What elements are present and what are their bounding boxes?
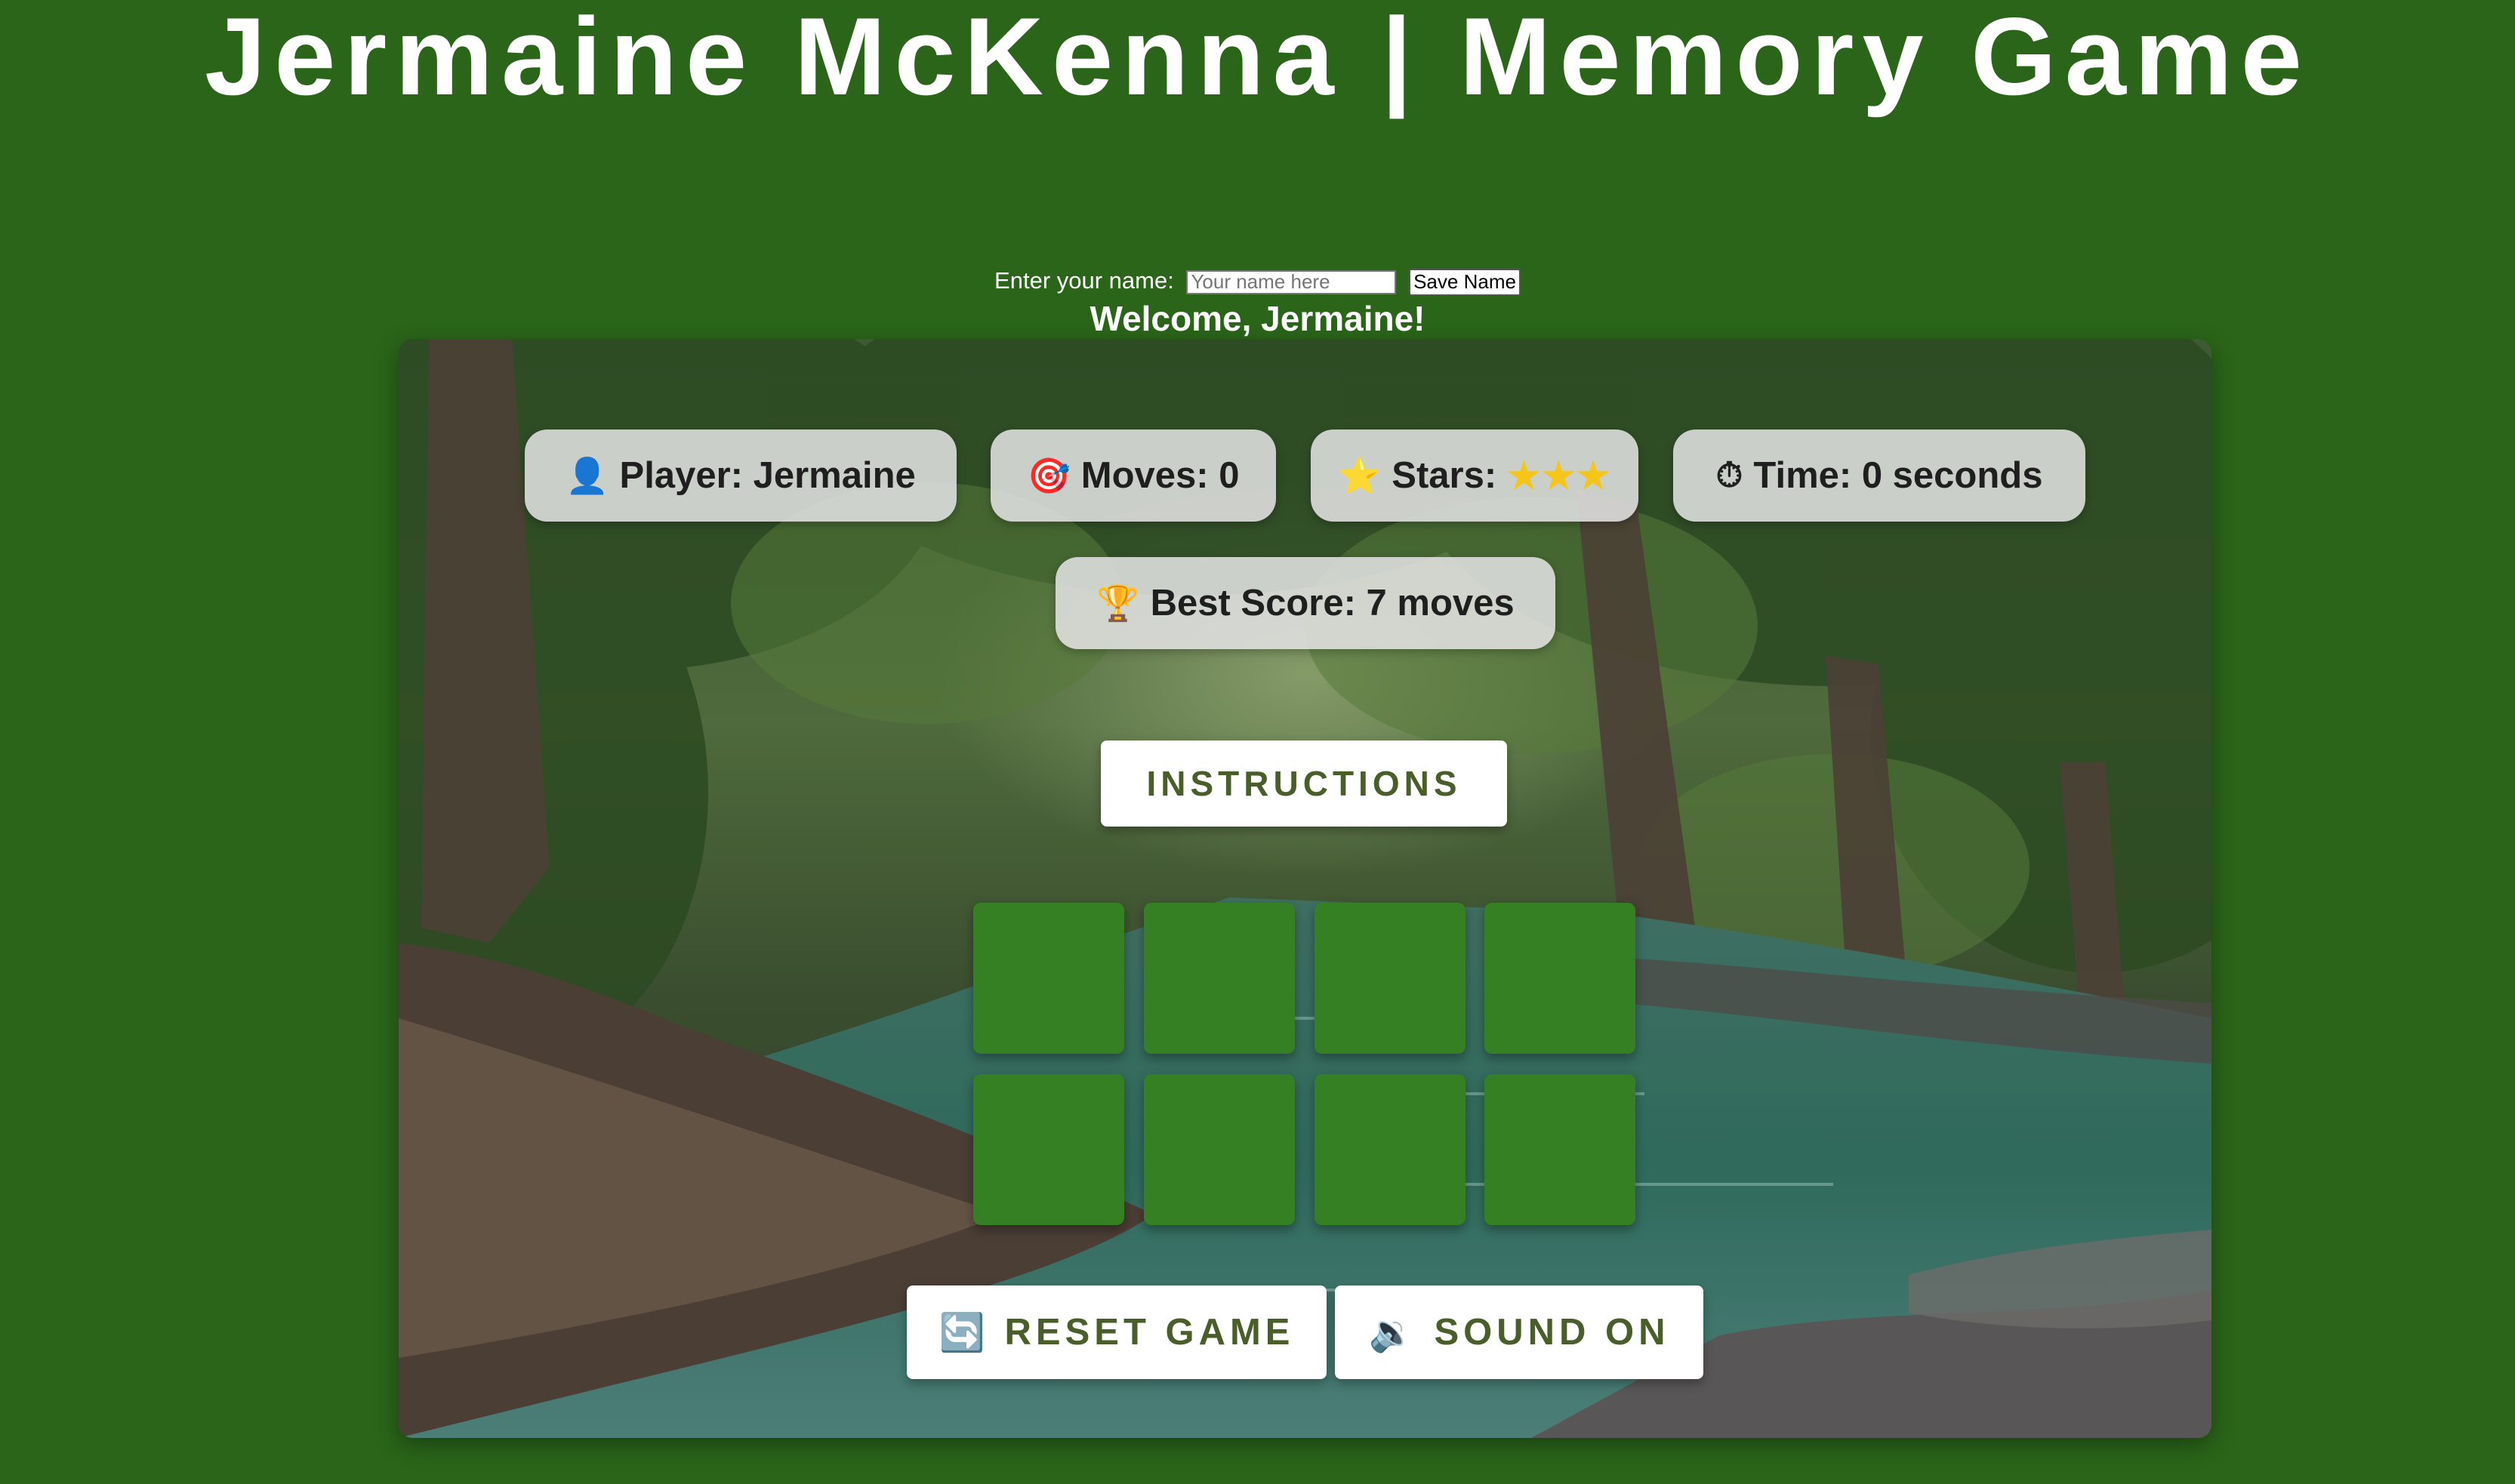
page: Jermaine McKenna | Memory Game Enter you… [0,0,2515,1484]
name-form: Enter your name: Save Name [0,266,2515,296]
instructions-label: INSTRUCTIONS [1146,764,1462,803]
stars-stat: ⭐ Stars: ★★★ [1311,429,1638,522]
stars-label: Stars: [1392,455,1497,496]
name-input[interactable] [1186,269,1397,294]
memory-card[interactable] [1144,903,1295,1054]
memory-card[interactable] [1315,1074,1466,1225]
best-score-stat: 🏆 Best Score: 7 moves [1056,557,1555,649]
name-label: Enter your name: [994,267,1174,294]
memory-card[interactable] [1484,903,1635,1054]
memory-card[interactable] [1315,903,1466,1054]
person-icon: 👤 [566,455,609,495]
memory-card[interactable] [973,903,1124,1054]
refresh-icon: 🔄 [939,1312,990,1353]
memory-card[interactable] [973,1074,1124,1225]
trophy-icon: 🏆 [1096,583,1140,623]
speaker-icon: 🔉 [1368,1312,1419,1353]
instructions-button[interactable]: INSTRUCTIONS [1101,740,1507,827]
stars-rating: ★★★ [1507,455,1611,497]
save-name-button[interactable]: Save Name [1409,268,1521,296]
target-icon: 🎯 [1027,455,1071,495]
stopwatch-icon: ⏱ [1715,455,1743,494]
sound-toggle-button[interactable]: 🔉 SOUND ON [1335,1285,1703,1379]
memory-card[interactable] [1144,1074,1295,1225]
best-score-label: Best Score: 7 moves [1150,583,1515,623]
moves-label: Moves: 0 [1080,455,1240,496]
moves-stat: 🎯 Moves: 0 [991,429,1276,522]
welcome-message: Welcome, Jermaine! [1090,299,1425,338]
page-title: Jermaine McKenna | Memory Game [205,0,2310,118]
player-label: Player: Jermaine [619,455,916,496]
time-label: Time: 0 seconds [1753,455,2043,496]
reset-game-label: RESET GAME [1004,1312,1295,1353]
star-icon: ⭐ [1338,455,1382,495]
player-stat: 👤 Player: Jermaine [525,429,957,522]
game-board: 👤 Player: Jermaine 🎯 Moves: 0 ⭐ Stars: ★… [399,339,2211,1438]
reset-game-button[interactable]: 🔄 RESET GAME [907,1285,1327,1379]
memory-card[interactable] [1484,1074,1635,1225]
time-stat: ⏱ Time: 0 seconds [1673,429,2085,522]
sound-toggle-label: SOUND ON [1434,1312,1670,1353]
